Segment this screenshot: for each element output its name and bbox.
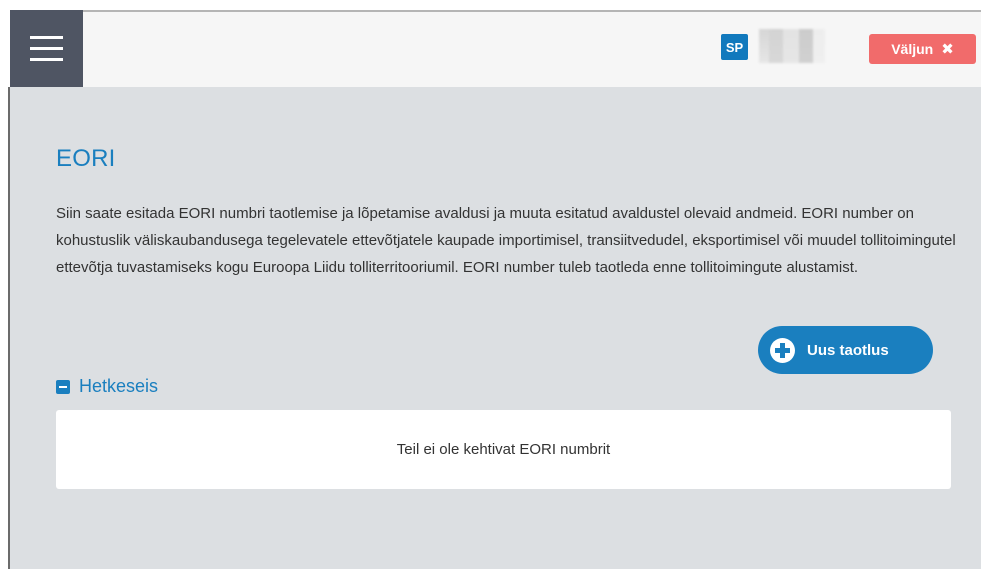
section-toggle-status[interactable]: Hetkeseis xyxy=(56,376,158,397)
user-avatar-badge: SP xyxy=(721,34,748,60)
close-icon: ✖ xyxy=(941,40,954,58)
plus-circle-icon xyxy=(770,337,795,363)
page-description: Siin saate esitada EORI numbri taotlemis… xyxy=(56,205,956,276)
menu-line xyxy=(30,47,63,50)
empty-status-message: Teil ei ole kehtivat EORI numbrit xyxy=(396,441,611,458)
new-application-label: Uus taotlus xyxy=(807,341,889,359)
minus-icon xyxy=(56,379,70,394)
section-title: Hetkeseis xyxy=(79,376,159,396)
top-margin xyxy=(0,0,981,10)
top-header: SP Väljun ✖ xyxy=(10,10,981,87)
hamburger-menu-icon[interactable] xyxy=(10,10,83,87)
status-card: Teil ei ole kehtivat EORI numbrit xyxy=(56,410,951,489)
page-title: EORI xyxy=(56,145,116,172)
logout-label: Väljun xyxy=(891,41,934,57)
user-name-blurred xyxy=(759,29,825,63)
app-window: SP Väljun ✖ EORI Siin saate esitada EORI… xyxy=(0,0,981,569)
logout-button[interactable]: Väljun ✖ xyxy=(869,34,976,64)
new-application-button[interactable]: Uus taotlus xyxy=(758,326,933,374)
menu-line xyxy=(30,36,63,39)
menu-line xyxy=(30,58,63,61)
